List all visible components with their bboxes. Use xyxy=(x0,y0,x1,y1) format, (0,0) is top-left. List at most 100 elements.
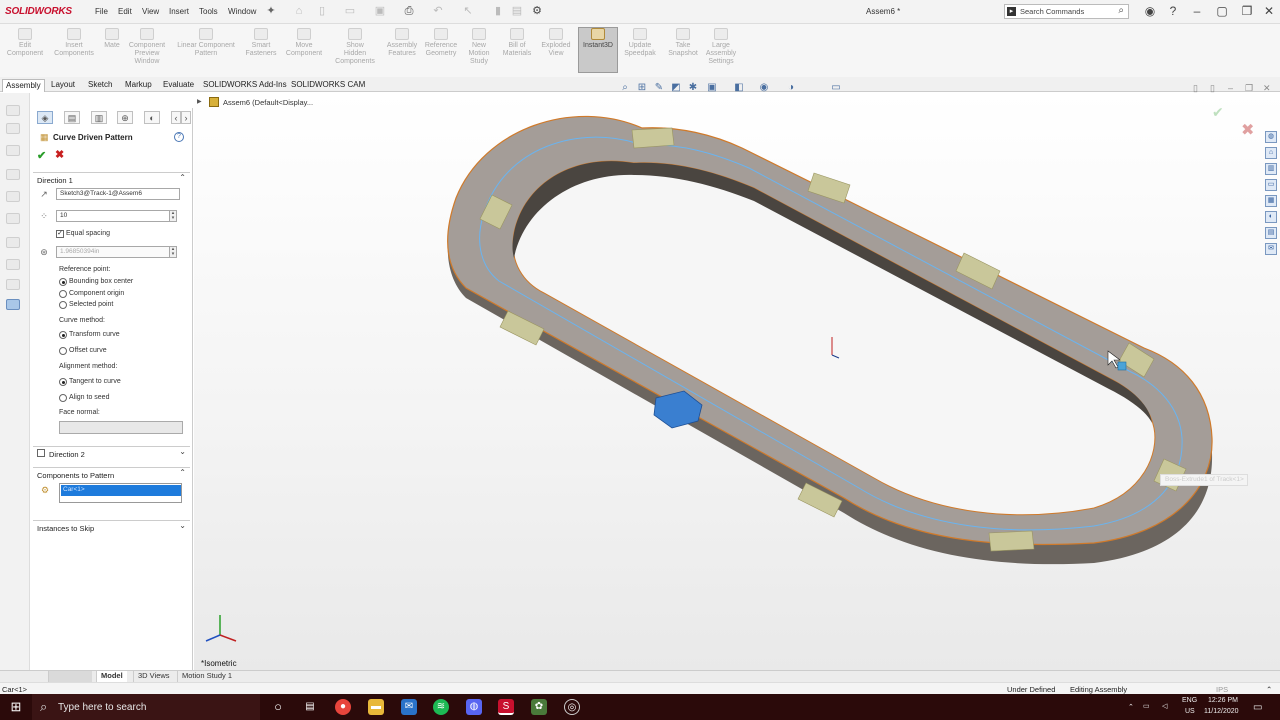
previous-view-icon[interactable]: ✎ xyxy=(653,82,665,93)
display-style-icon[interactable]: ◧ xyxy=(733,82,745,93)
show-hidden-components-button[interactable]: Show Hidden Components xyxy=(330,28,380,66)
app-icon[interactable]: ✿ xyxy=(531,699,547,715)
notifications-icon[interactable]: ▭ xyxy=(1253,702,1262,713)
file-explorer-icon[interactable]: ▬ xyxy=(368,699,384,715)
search-icon[interactable]: ⌕ xyxy=(1118,5,1124,16)
direction-1-section[interactable]: Direction 1 ⌃ xyxy=(33,172,190,185)
doc-restore-icon[interactable]: ❐ xyxy=(1245,83,1253,94)
tab-solidworks-add-ins[interactable]: SOLIDWORKS Add-Ins xyxy=(200,79,290,92)
view-orientation-icon[interactable]: ▣ xyxy=(706,82,718,93)
equal-spacing-checkbox[interactable]: ✓ xyxy=(56,230,64,238)
reference-geometry-button[interactable]: Reference Geometry xyxy=(422,28,460,58)
doc-close-icon[interactable]: ✕ xyxy=(1263,83,1271,94)
clock-time[interactable]: 12:26 PM xyxy=(1208,697,1238,704)
pattern-direction-field[interactable]: Sketch3@Track-1@Assem6 xyxy=(56,188,180,200)
tab-solidworks-cam[interactable]: SOLIDWORKS CAM xyxy=(288,79,368,92)
file-properties-icon[interactable]: ▤ xyxy=(511,5,523,17)
offset-curve-radio[interactable] xyxy=(59,347,67,355)
reverse-direction-icon[interactable]: ↗ xyxy=(38,188,50,200)
display-manager-tab-icon[interactable]: ◐ xyxy=(144,111,160,124)
zoom-to-fit-icon[interactable]: ⌕ xyxy=(619,82,631,93)
strip-tool-icon[interactable] xyxy=(6,145,20,156)
tab-sketch[interactable]: Sketch xyxy=(85,79,115,92)
feature-manager-tab-icon[interactable]: ◈ xyxy=(37,111,53,124)
instances-to-skip-section[interactable]: Instances to Skip ⌄ xyxy=(33,520,190,533)
strip-tool-icon[interactable] xyxy=(6,123,20,134)
strip-tool-icon[interactable] xyxy=(6,213,20,224)
insert-components-button[interactable]: Insert Components xyxy=(50,28,98,58)
maximize-icon[interactable]: ▢ xyxy=(1215,3,1229,19)
help-icon[interactable]: ? xyxy=(174,132,184,142)
assembly-features-button[interactable]: Assembly Features xyxy=(383,28,421,58)
tabs-right-arrow-icon[interactable]: › xyxy=(181,111,191,124)
undo-icon[interactable]: ↶ xyxy=(432,5,444,17)
graphics-area[interactable]: ✖ ✔ Boss-Extrude1 of Track<1> xyxy=(194,93,1280,670)
solidworks-logo[interactable]: SOLIDWORKS xyxy=(5,6,72,17)
update-speedpak-button[interactable]: Update Speedpak xyxy=(620,28,660,58)
home-icon[interactable]: ⌂ xyxy=(1265,147,1277,159)
strip-tool-icon[interactable] xyxy=(6,237,20,248)
direction-2-section[interactable]: Direction 2 ⌄ xyxy=(33,446,190,459)
configuration-manager-tab-icon[interactable]: ▥ xyxy=(91,111,107,124)
tab-markup[interactable]: Markup xyxy=(122,79,155,92)
move-component-button[interactable]: Move Component xyxy=(282,28,326,58)
tray-up-arrow-icon[interactable]: ⌃ xyxy=(1128,703,1134,711)
solidworks-taskbar-icon[interactable]: S xyxy=(498,699,514,715)
align-to-seed-radio[interactable] xyxy=(59,394,67,402)
view-palette-icon[interactable]: ▦ xyxy=(1265,195,1277,207)
instances-spinner[interactable]: ▴ ▾ xyxy=(169,210,177,222)
strip-tool-icon[interactable] xyxy=(6,259,20,270)
menu-edit[interactable]: Edit xyxy=(118,7,132,16)
open-icon[interactable]: ▭ xyxy=(344,5,356,17)
new-document-icon[interactable]: ▯ xyxy=(316,5,328,17)
edit-appearance-icon[interactable]: ◑ xyxy=(785,82,797,93)
help-icon[interactable]: ? xyxy=(1166,3,1180,19)
components-list[interactable]: Car<1> xyxy=(59,483,182,503)
hide-show-items-icon[interactable]: ◉ xyxy=(758,82,770,93)
edit-component-button[interactable]: Edit Component xyxy=(4,28,46,58)
cortana-icon[interactable]: ○ xyxy=(270,699,286,715)
assembly-model[interactable]: ✖ ✔ xyxy=(194,93,1280,670)
forum-icon[interactable]: ✉ xyxy=(1265,243,1277,255)
tab-assembly[interactable]: Assembly xyxy=(2,79,45,92)
restore-icon[interactable]: ❐ xyxy=(1240,3,1254,19)
task-view-icon[interactable]: ▤ xyxy=(302,699,318,715)
new-motion-study-button[interactable]: New Motion Study xyxy=(464,28,494,66)
discord-icon[interactable]: ◍ xyxy=(466,699,482,715)
appearances-icon[interactable]: ◐ xyxy=(1265,211,1277,223)
save-icon[interactable]: ▣ xyxy=(374,5,386,17)
language-eng[interactable]: ENG xyxy=(1182,697,1197,704)
view-settings-icon[interactable]: ▭ xyxy=(830,82,842,93)
volume-icon[interactable]: ◁ xyxy=(1162,702,1167,710)
home-icon[interactable]: ⌂ xyxy=(293,5,305,17)
strip-tool-icon[interactable] xyxy=(6,169,20,180)
spacing-spinner[interactable]: ▴ ▾ xyxy=(169,246,177,258)
instant3d-button[interactable]: Instant3D xyxy=(578,27,618,73)
strip-tool-icon[interactable] xyxy=(6,105,20,116)
direction-2-checkbox[interactable] xyxy=(37,449,45,457)
component-list-item[interactable]: Car<1> xyxy=(61,485,181,496)
expand-arrow-icon[interactable]: ▶ xyxy=(197,98,202,105)
tab-model[interactable]: Model xyxy=(96,671,127,682)
language-us[interactable]: US xyxy=(1185,708,1195,715)
user-account-icon[interactable]: ◉ xyxy=(1143,3,1157,19)
mate-button[interactable]: Mate xyxy=(100,28,124,50)
chevron-down-icon[interactable]: ⌄ xyxy=(179,521,186,530)
tab-scroll-arrows[interactable] xyxy=(48,671,92,682)
property-manager-tab-icon[interactable]: ▤ xyxy=(64,111,80,124)
component-origin-radio[interactable] xyxy=(59,290,67,298)
mail-icon[interactable]: ✉ xyxy=(401,699,417,715)
ok-checkmark-button[interactable]: ✔ xyxy=(37,149,46,162)
status-options-icon[interactable]: ⌃ xyxy=(1266,685,1272,694)
number-of-instances-input[interactable]: 10 xyxy=(56,210,170,222)
cancel-x-button[interactable]: ✖ xyxy=(55,148,64,161)
chevron-up-icon[interactable]: ⌃ xyxy=(179,173,186,182)
search-commands-input[interactable]: ▸ Search Commands ⌕ xyxy=(1004,4,1129,19)
tab-motion-study-1[interactable]: Motion Study 1 xyxy=(177,671,236,682)
face-normal-field[interactable] xyxy=(59,421,183,434)
clock-date[interactable]: 11/12/2020 xyxy=(1204,708,1239,715)
component-preview-window-button[interactable]: Component Preview Window xyxy=(125,28,169,66)
bill-of-materials-button[interactable]: Bill of Materials xyxy=(498,28,536,58)
close-icon[interactable]: ✕ xyxy=(1262,3,1276,19)
exploded-view-button[interactable]: Exploded View xyxy=(538,28,574,58)
